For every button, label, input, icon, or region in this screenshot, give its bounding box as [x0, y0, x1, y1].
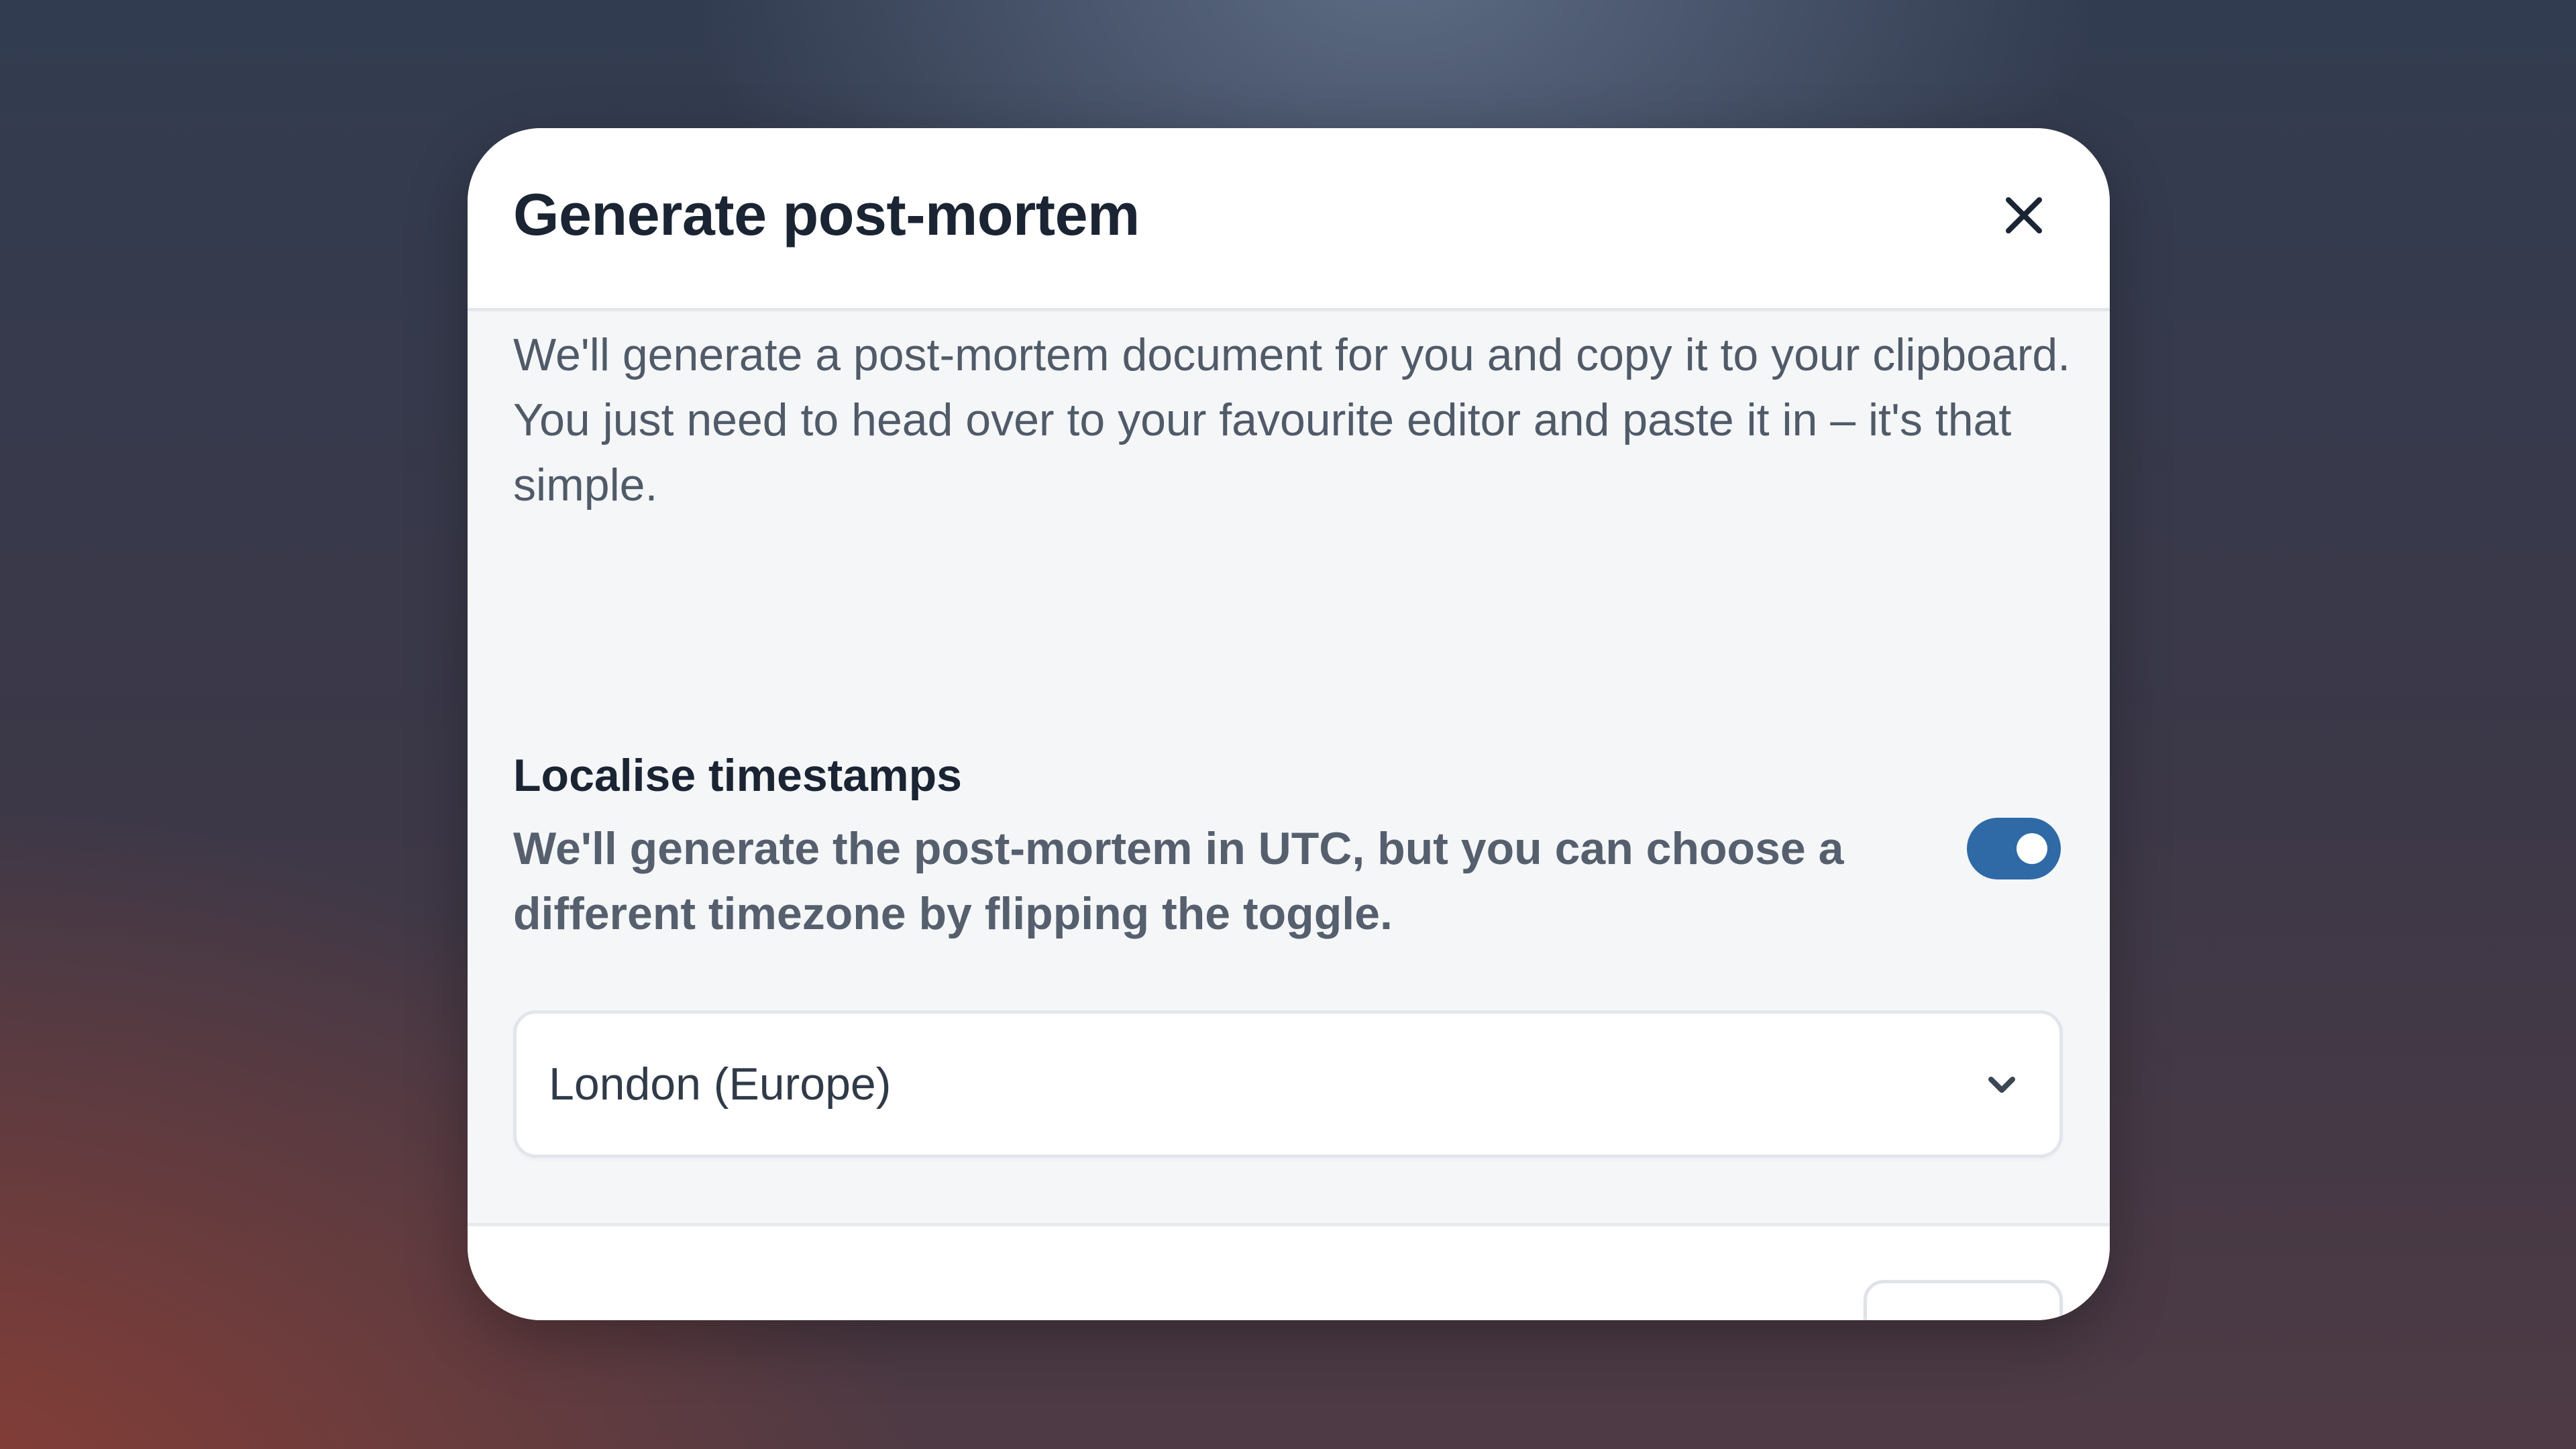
- chevron-down-icon: [1988, 1077, 2015, 1093]
- localise-timestamps-toggle[interactable]: [1967, 818, 2061, 879]
- timezone-select[interactable]: London (Europe): [513, 1010, 2063, 1158]
- toggle-knob: [2017, 833, 2047, 864]
- localise-timestamps-title: Localise timestamps: [513, 750, 962, 801]
- copy-button[interactable]: Copy: [1864, 1280, 2063, 1320]
- timezone-select-value: London (Europe): [549, 1059, 892, 1110]
- dialog-title: Generate post-mortem: [513, 181, 1140, 248]
- intro-text: We'll generate a post-mortem document fo…: [513, 329, 2071, 511]
- generate-post-mortem-dialog: Generate post-mortem We'll generate a po…: [468, 128, 2110, 1320]
- close-button[interactable]: [1989, 180, 2059, 250]
- close-icon: [2006, 197, 2042, 233]
- dialog-header: Generate post-mortem: [468, 128, 2110, 311]
- localise-timestamps-description: We'll generate the post-mortem in UTC, b…: [513, 823, 1844, 939]
